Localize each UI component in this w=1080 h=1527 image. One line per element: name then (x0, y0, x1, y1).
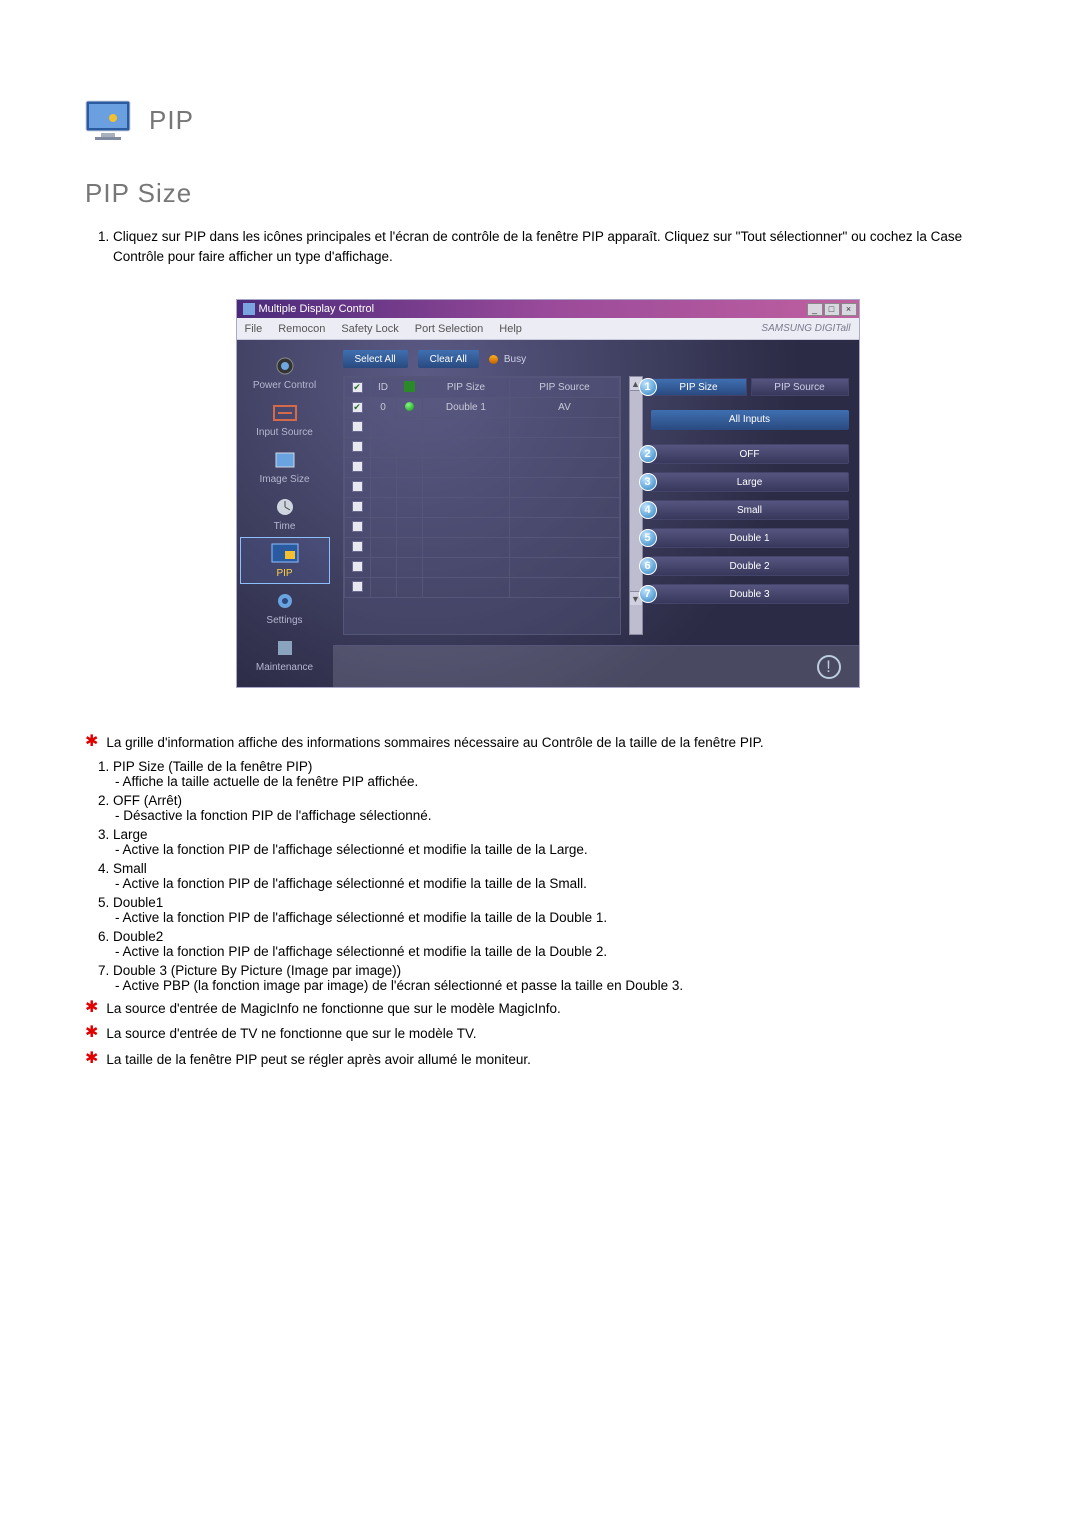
sidebar-item-settings[interactable]: Settings (241, 585, 329, 630)
all-inputs-label: All Inputs (651, 410, 849, 430)
app-window: Multiple Display Control _ □ × File Remo… (237, 300, 859, 687)
menubar: File Remocon Safety Lock Port Selection … (237, 318, 859, 340)
tab-pip-size[interactable]: PIP Size (651, 378, 747, 396)
col-status-icon (396, 378, 422, 398)
definition-list: PIP Size (Taille de la fenêtre PIP) Affi… (85, 759, 1010, 993)
menu-safety-lock[interactable]: Safety Lock (341, 323, 398, 335)
table-row[interactable] (344, 478, 619, 498)
sidebar-item-pip[interactable]: PIP (241, 538, 329, 583)
cell-pip-source: AV (510, 398, 619, 418)
list-item: OFF (Arrêt) Désactive la fonction PIP de… (113, 793, 1010, 823)
info-grid: ID PIP Size PIP Source 0 Double 1 AV (343, 376, 621, 635)
table-row[interactable] (344, 498, 619, 518)
note-text: La source d'entrée de TV ne fonctionne q… (106, 1024, 476, 1044)
menu-file[interactable]: File (245, 323, 263, 335)
callout-1: 1 (639, 378, 657, 396)
status-dot-icon (405, 402, 414, 411)
monitor-icon (85, 100, 131, 140)
busy-indicator: Busy (489, 354, 526, 365)
cell-id: 0 (370, 398, 396, 418)
pip-large-button[interactable]: Large (651, 472, 849, 492)
callout-4: 4 (639, 501, 657, 519)
row-checkbox[interactable] (352, 521, 363, 532)
col-pip-size: PIP Size (422, 378, 510, 398)
star-icon: ✱ (85, 999, 98, 1017)
table-row[interactable] (344, 518, 619, 538)
pip-double3-button[interactable]: Double 3 (651, 584, 849, 604)
row-checkbox[interactable] (352, 561, 363, 572)
pip-control-panel: 1 PIP Size PIP Source All Inputs 2 OFF 3… (651, 376, 849, 635)
row-checkbox[interactable] (352, 501, 363, 512)
pip-small-button[interactable]: Small (651, 500, 849, 520)
clear-all-button[interactable]: Clear All (418, 350, 479, 368)
row-checkbox[interactable] (352, 461, 363, 472)
row-checkbox[interactable] (352, 541, 363, 552)
table-row[interactable]: 0 Double 1 AV (344, 398, 619, 418)
intro-list: Cliquez sur PIP dans les icônes principa… (85, 227, 1010, 266)
row-checkbox[interactable] (352, 421, 363, 432)
footer-bar: ! (333, 645, 859, 687)
maximize-button[interactable]: □ (824, 303, 840, 316)
table-row[interactable] (344, 418, 619, 438)
cell-pip-size: Double 1 (422, 398, 510, 418)
select-all-button[interactable]: Select All (343, 350, 408, 368)
row-checkbox[interactable] (352, 481, 363, 492)
pip-double2-button[interactable]: Double 2 (651, 556, 849, 576)
sidebar-item-input-source[interactable]: Input Source (241, 397, 329, 442)
titlebar: Multiple Display Control _ □ × (237, 300, 859, 318)
list-item: Double 3 (Picture By Picture (Image par … (113, 963, 1010, 993)
col-id: ID (370, 378, 396, 398)
star-icon: ✱ (85, 1050, 98, 1068)
list-item: Small Active la fonction PIP de l'affich… (113, 861, 1010, 891)
callout-2: 2 (639, 445, 657, 463)
table-row[interactable] (344, 458, 619, 478)
window-title: Multiple Display Control (259, 303, 375, 315)
sidebar-item-time[interactable]: Time (241, 491, 329, 536)
busy-dot-icon (489, 355, 498, 364)
info-icon: ! (817, 655, 841, 679)
col-pip-source: PIP Source (510, 378, 619, 398)
close-button[interactable]: × (841, 303, 857, 316)
star-icon: ✱ (85, 733, 98, 751)
note-text: La source d'entrée de MagicInfo ne fonct… (106, 999, 560, 1019)
callout-6: 6 (639, 557, 657, 575)
app-icon (243, 303, 255, 315)
list-item: Double2 Active la fonction PIP de l'affi… (113, 929, 1010, 959)
sidebar-item-image-size[interactable]: Image Size (241, 444, 329, 489)
list-item: Double1 Active la fonction PIP de l'affi… (113, 895, 1010, 925)
minimize-button[interactable]: _ (807, 303, 823, 316)
list-item: Large Active la fonction PIP de l'affich… (113, 827, 1010, 857)
note-text: La grille d'information affiche des info… (106, 733, 763, 753)
callout-5: 5 (639, 529, 657, 547)
table-row[interactable] (344, 538, 619, 558)
grid-header-row: ID PIP Size PIP Source (344, 378, 619, 398)
sidebar: Power Control Input Source Image Size Ti… (237, 340, 333, 687)
table-row[interactable] (344, 558, 619, 578)
brand-label: SAMSUNG DIGITall (761, 323, 850, 334)
pip-double1-button[interactable]: Double 1 (651, 528, 849, 548)
tab-pip-source[interactable]: PIP Source (751, 378, 849, 396)
sidebar-item-maintenance[interactable]: Maintenance (241, 632, 329, 677)
note-text: La taille de la fenêtre PIP peut se régl… (106, 1050, 531, 1070)
menu-port-selection[interactable]: Port Selection (415, 323, 483, 335)
header-checkbox[interactable] (352, 382, 363, 393)
table-row[interactable] (344, 438, 619, 458)
callout-7: 7 (639, 585, 657, 603)
page-subsection-title: PIP Size (85, 178, 1010, 209)
page-section-title: PIP (149, 105, 194, 136)
sidebar-item-power-control[interactable]: Power Control (241, 350, 329, 395)
menu-remocon[interactable]: Remocon (278, 323, 325, 335)
callout-3: 3 (639, 473, 657, 491)
pip-off-button[interactable]: OFF (651, 444, 849, 464)
list-item: PIP Size (Taille de la fenêtre PIP) Affi… (113, 759, 1010, 789)
intro-item: Cliquez sur PIP dans les icônes principa… (113, 227, 1010, 266)
menu-help[interactable]: Help (499, 323, 522, 335)
star-icon: ✱ (85, 1024, 98, 1042)
row-checkbox[interactable] (352, 441, 363, 452)
table-row[interactable] (344, 578, 619, 598)
row-checkbox[interactable] (352, 581, 363, 592)
row-checkbox[interactable] (352, 402, 363, 413)
